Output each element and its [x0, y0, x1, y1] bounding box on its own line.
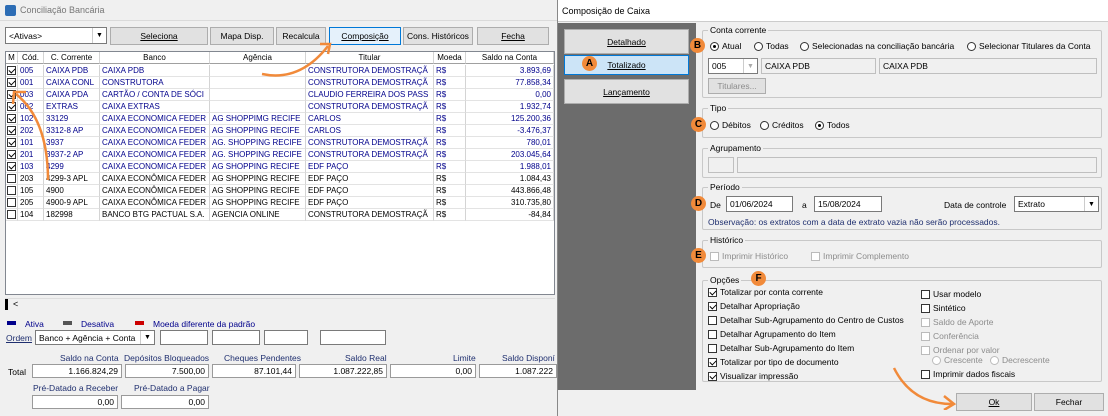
option-checkbox-box — [708, 329, 717, 339]
radio-atual[interactable]: Atual — [710, 41, 741, 51]
data-controle-select[interactable]: Extrato ▼ — [1014, 196, 1099, 212]
historico-label: Histórico — [708, 235, 746, 245]
conta-name2-field: CAIXA PDB — [879, 58, 1097, 74]
tipo-label: Tipo — [708, 103, 729, 113]
radio-debitos[interactable]: Débitos — [710, 120, 751, 130]
badge-f: F — [751, 271, 766, 286]
option-label: Conferência — [933, 331, 979, 341]
badge-c: C — [691, 117, 706, 132]
option-label: Ordenar por valor — [933, 345, 1000, 355]
radio-titulares[interactable]: Selecionar Titulares da Conta — [967, 41, 1091, 51]
option-checkbox[interactable]: Conferência — [921, 331, 979, 341]
agrupamento-name-field — [737, 157, 1097, 173]
option-checkbox-box — [708, 287, 717, 297]
composicao-dialog: Composição de Caixa Detalhado Totalizado… — [557, 0, 1108, 416]
lancamento-button[interactable]: Lançamento — [564, 79, 689, 104]
radio-selecionadas-indicator — [800, 41, 809, 51]
radio-todas-indicator — [754, 41, 763, 51]
periodo-start-field[interactable]: 01/06/2024 — [726, 196, 793, 212]
radio-atual-indicator — [710, 41, 719, 51]
option-checkbox-box — [921, 303, 930, 313]
conta-name-field: CAIXA PDB — [761, 58, 876, 74]
imprimir-historico-checkbox[interactable]: Imprimir Histórico — [710, 251, 788, 261]
option-label: Detalhar Agrupamento do Item — [720, 329, 836, 339]
imprimir-historico-box — [710, 251, 719, 261]
annotation-arrow-ok — [892, 367, 957, 410]
imprimir-complemento-box — [811, 251, 820, 261]
option-checkbox[interactable]: Saldo de Aporte — [921, 317, 994, 327]
conta-corrente-label: Conta corrente — [708, 25, 769, 35]
radio-selecionadas[interactable]: Selecionadas na conciliação bancária — [800, 41, 954, 51]
annotation-arrows-left — [11, 42, 332, 181]
option-label: Usar modelo — [933, 289, 982, 299]
detalhado-button[interactable]: Detalhado — [564, 29, 689, 54]
periodo-label: Período — [708, 182, 742, 192]
dialog-title: Composição de Caixa — [562, 5, 651, 16]
option-label: Detalhar Apropriação — [720, 301, 800, 311]
radio-titulares-indicator — [967, 41, 976, 51]
radio-decrescente[interactable]: Decrescente — [990, 355, 1050, 365]
agrupamento-label: Agrupamento — [708, 143, 764, 153]
agrupamento-code-field — [708, 157, 734, 173]
chevron-down-icon: ▼ — [743, 59, 757, 73]
option-label: Detalhar Sub-Agrupamento do Centro de Cu… — [720, 315, 904, 325]
radio-decrescente-indicator — [990, 355, 999, 365]
option-checkbox-box — [921, 345, 930, 355]
conta-code-select[interactable]: 005 ▼ — [708, 58, 758, 74]
option-label: Sintético — [933, 303, 966, 313]
dialog-title-bar: Composição de Caixa — [558, 0, 1108, 22]
radio-todos[interactable]: Todos — [815, 120, 850, 130]
periodo-end-field[interactable]: 15/08/2024 — [814, 196, 882, 212]
titulares-button[interactable]: Titulares... — [708, 78, 766, 94]
data-controle-value: Extrato — [1018, 199, 1045, 209]
option-checkbox[interactable]: Totalizar por conta corrente — [708, 287, 823, 297]
arrow-to-composicao — [261, 45, 329, 77]
option-checkbox-box — [921, 331, 930, 341]
option-checkbox[interactable]: Totalizar por tipo de documento — [708, 357, 839, 367]
radio-creditos-indicator — [760, 120, 769, 130]
option-checkbox[interactable]: Detalhar Agrupamento do Item — [708, 329, 836, 339]
data-controle-label: Data de controle — [944, 200, 1007, 210]
opcoes-label: Opções — [708, 275, 742, 285]
option-label: Detalhar Sub-Agrupamento do Item — [720, 343, 855, 353]
option-checkbox-box — [708, 371, 717, 381]
option-checkbox[interactable]: Ordenar por valor — [921, 345, 1000, 355]
option-checkbox[interactable]: Detalhar Apropriação — [708, 301, 800, 311]
side-panel: Detalhado Totalizado Lançamento — [558, 23, 696, 390]
radio-todas[interactable]: Todas — [754, 41, 789, 51]
option-label: Totalizar por tipo de documento — [720, 357, 839, 367]
radio-creditos[interactable]: Créditos — [760, 120, 804, 130]
periodo-observacao: Observação: os extratos com a data de ex… — [708, 217, 1000, 227]
badge-b: B — [690, 38, 705, 53]
radio-todos-indicator — [815, 120, 824, 130]
option-checkbox-box — [921, 289, 930, 299]
option-label: Saldo de Aporte — [933, 317, 994, 327]
periodo-a-label: a — [802, 200, 807, 210]
badge-a: A — [582, 56, 597, 71]
option-label: Totalizar por conta corrente — [720, 287, 823, 297]
option-checkbox-box — [708, 343, 717, 353]
badge-d: D — [691, 196, 706, 211]
badge-e: E — [691, 248, 706, 263]
fechar-button[interactable]: Fechar — [1034, 393, 1104, 411]
option-checkbox-box — [708, 315, 717, 325]
option-checkbox[interactable]: Visualizar impressão — [708, 371, 798, 381]
option-checkbox-box — [708, 357, 717, 367]
option-checkbox-box — [708, 301, 717, 311]
option-label: Visualizar impressão — [720, 371, 799, 381]
option-checkbox[interactable]: Detalhar Sub-Agrupamento do Centro de Cu… — [708, 315, 904, 325]
option-checkbox[interactable]: Sintético — [921, 303, 966, 313]
radio-debitos-indicator — [710, 120, 719, 130]
option-checkbox[interactable]: Detalhar Sub-Agrupamento do Item — [708, 343, 854, 353]
arrow-to-grid — [15, 93, 50, 181]
ok-button[interactable]: Ok — [956, 393, 1032, 411]
imprimir-complemento-checkbox[interactable]: Imprimir Complemento — [811, 251, 909, 261]
chevron-down-icon: ▼ — [1084, 197, 1098, 211]
periodo-de-label: De — [710, 200, 721, 210]
option-checkbox-box — [921, 317, 930, 327]
option-checkbox[interactable]: Usar modelo — [921, 289, 981, 299]
conta-code-value: 005 — [712, 61, 727, 71]
